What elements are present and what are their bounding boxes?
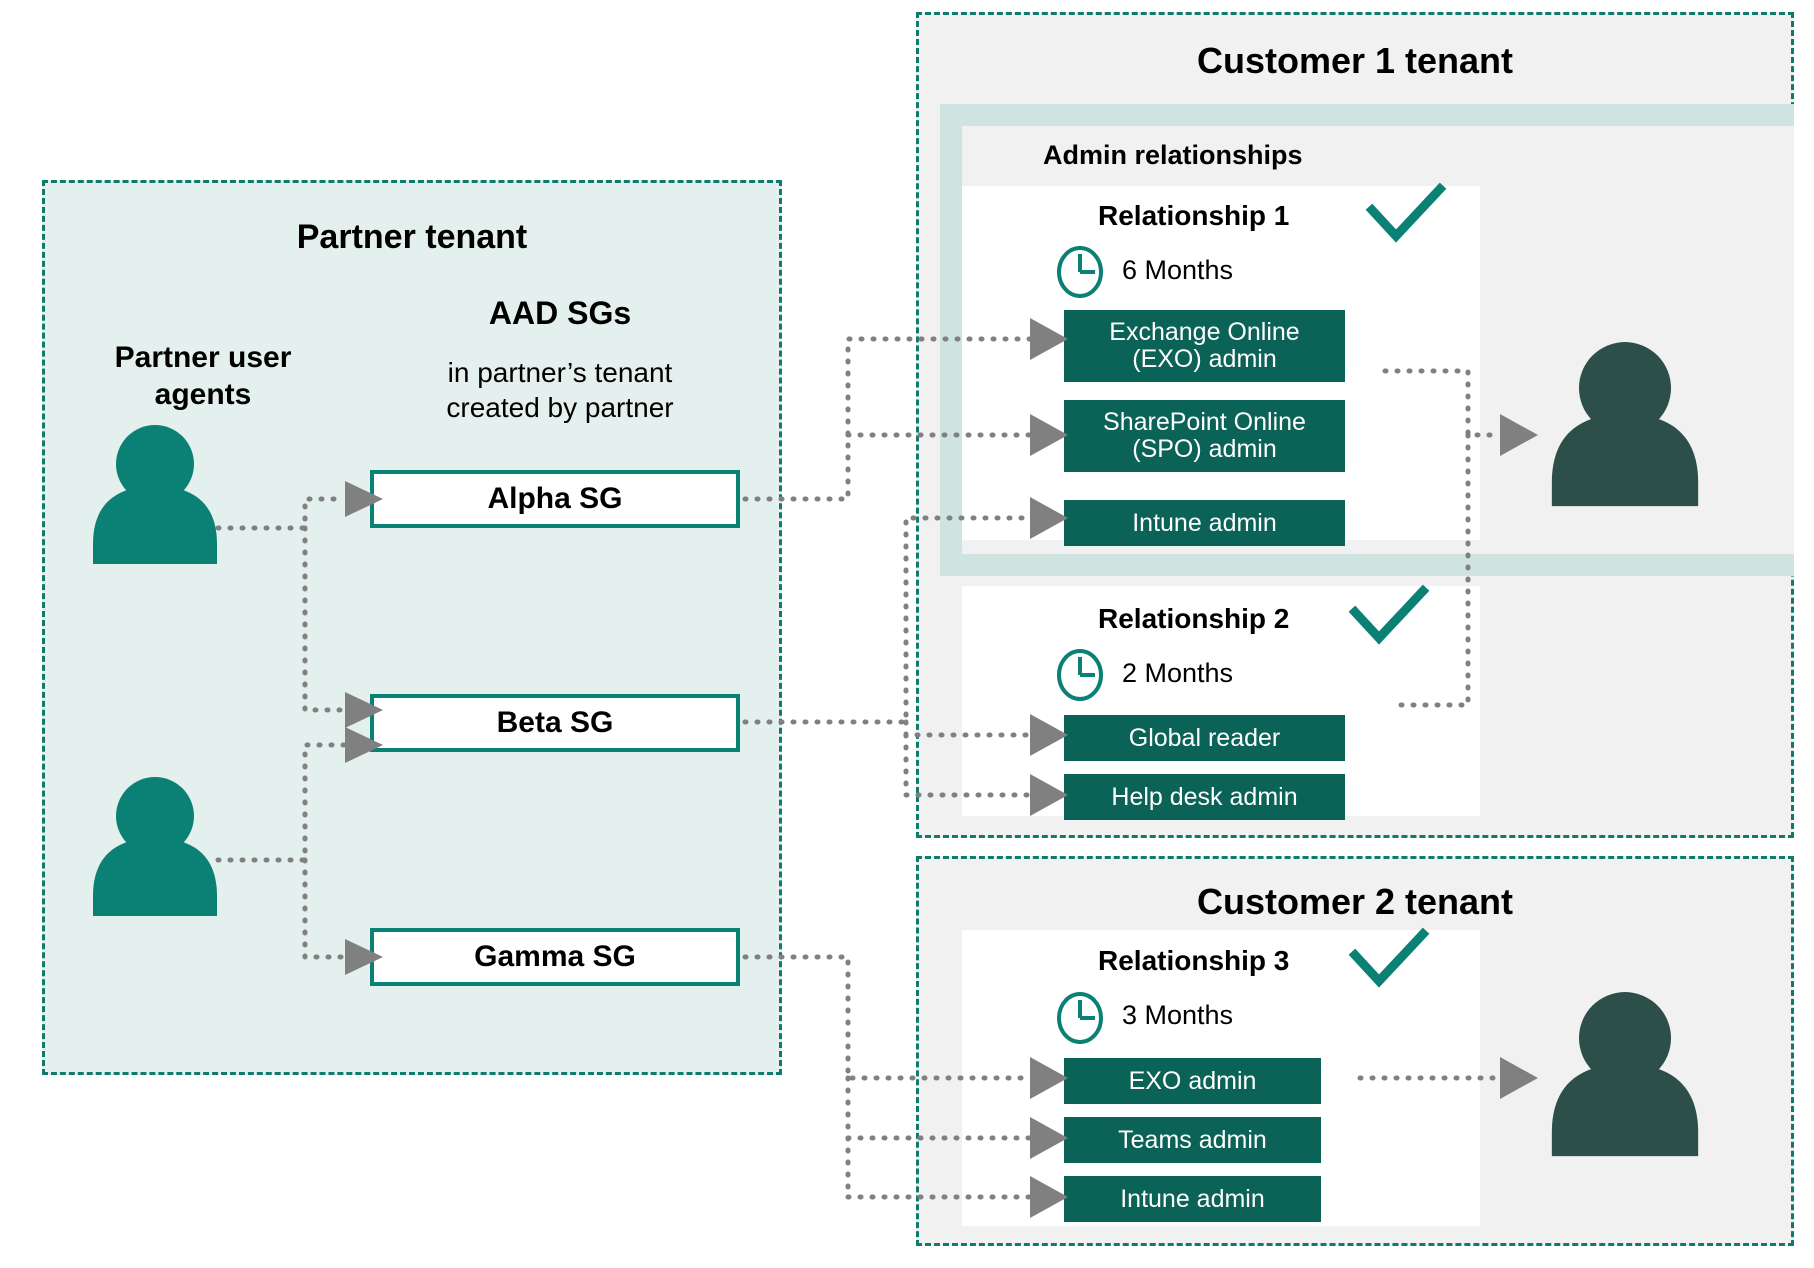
relationship-2-title: Relationship 2: [1098, 603, 1290, 634]
relationship-1-title: Relationship 1: [1098, 200, 1290, 231]
relationship-2-role-help-desk-line1: Help desk admin: [1111, 782, 1298, 811]
relationship-3-role-teams[interactable]: Teams admin: [1064, 1117, 1321, 1163]
relationship-3-title: Relationship 3: [1098, 945, 1290, 976]
relationship-1-role-intune[interactable]: Intune admin: [1064, 500, 1345, 546]
security-group-gamma-label: Gamma SG: [474, 940, 636, 973]
security-group-alpha[interactable]: Alpha SG: [370, 470, 740, 528]
relationship-1-role-exo-line1: Exchange Online: [1109, 318, 1300, 346]
aad-sgs-subtext-line1: in partner’s tenant: [447, 357, 673, 388]
customer-1-tenant-title: Customer 1 tenant: [1196, 40, 1514, 81]
relationship-3-role-intune-line1: Intune admin: [1120, 1184, 1265, 1213]
aad-sgs-heading: AAD SGs: [488, 295, 632, 331]
diagram-canvas: Partner tenant Partner user agents AAD S…: [0, 0, 1814, 1268]
relationship-2-role-global-reader-line1: Global reader: [1128, 723, 1281, 752]
partner-user-agents-label-line1: Partner user: [114, 341, 292, 374]
relationship-3-role-intune[interactable]: Intune admin: [1064, 1176, 1321, 1222]
relationship-3-role-teams-line1: Teams admin: [1118, 1125, 1267, 1154]
relationship-1-role-spo-line2: (SPO) admin: [1132, 435, 1277, 463]
partner-tenant-title: Partner tenant: [296, 218, 528, 256]
security-group-alpha-label: Alpha SG: [487, 482, 623, 515]
partner-user-agents-label: Partner user agents: [58, 340, 348, 413]
relationship-1-role-spo-line1: SharePoint Online: [1103, 408, 1306, 436]
security-group-beta[interactable]: Beta SG: [370, 694, 740, 752]
relationship-2-role-global-reader[interactable]: Global reader: [1064, 715, 1345, 761]
relationship-1-role-exo-line2: (EXO) admin: [1132, 345, 1277, 373]
security-group-beta-label: Beta SG: [496, 706, 614, 739]
relationship-2-role-help-desk[interactable]: Help desk admin: [1064, 774, 1345, 820]
relationship-3-role-exo-line1: EXO admin: [1128, 1066, 1257, 1095]
admin-relationships-label: Admin relationships: [1043, 140, 1303, 170]
relationship-3-duration: 3 Months: [1122, 1000, 1234, 1030]
aad-sgs-subtext-line2: created by partner: [446, 392, 674, 424]
customer-2-tenant-title: Customer 2 tenant: [1196, 881, 1514, 922]
aad-sgs-subtext: in partner’s tenant created by partner: [370, 355, 750, 426]
relationship-1-role-exo[interactable]: Exchange Online (EXO) admin: [1064, 310, 1345, 382]
relationship-3-role-exo[interactable]: EXO admin: [1064, 1058, 1321, 1104]
relationship-1-duration: 6 Months: [1122, 255, 1234, 285]
relationship-1-role-intune-line1: Intune admin: [1132, 508, 1277, 537]
partner-user-agents-label-line2: agents: [154, 377, 252, 411]
security-group-gamma[interactable]: Gamma SG: [370, 928, 740, 986]
relationship-1-role-spo[interactable]: SharePoint Online (SPO) admin: [1064, 400, 1345, 472]
relationship-2-duration: 2 Months: [1122, 658, 1234, 688]
